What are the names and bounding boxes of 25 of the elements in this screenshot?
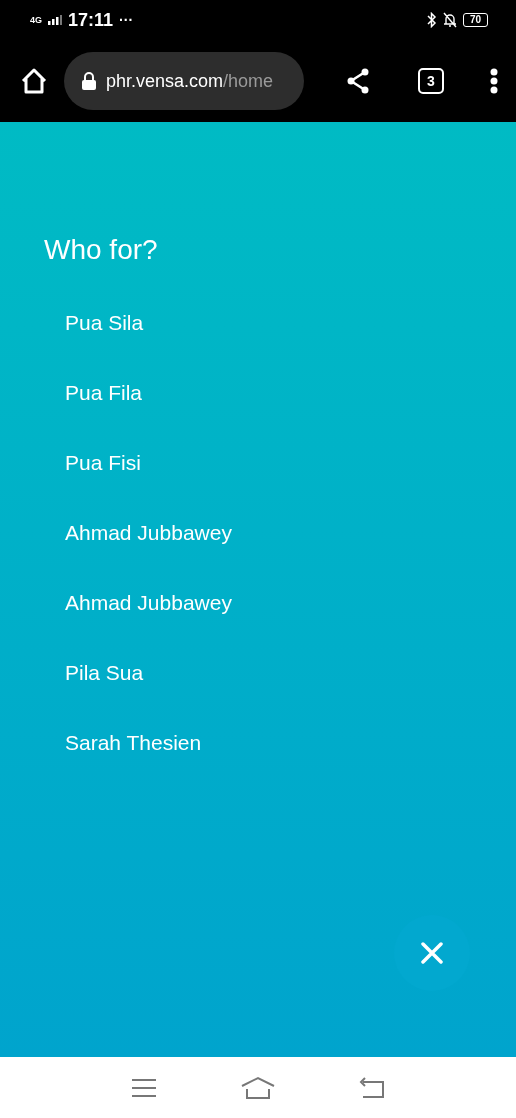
person-option[interactable]: Ahmad Jubbawey [65, 520, 232, 546]
battery-level: 70 [462, 13, 488, 27]
person-option[interactable]: Pua Fisi [65, 450, 141, 476]
more-menu-icon[interactable] [490, 68, 498, 94]
person-option[interactable]: Sarah Thesien [65, 730, 202, 756]
address-bar[interactable]: phr.vensa.com/home [64, 52, 304, 110]
menu-icon[interactable] [131, 1077, 158, 1098]
network-label: 4G [30, 15, 42, 25]
bell-off-icon [442, 12, 457, 28]
url-path: /home [223, 70, 274, 91]
person-option[interactable]: Pila Sua [65, 660, 144, 686]
close-icon [421, 942, 443, 964]
notification-dots: ··· [119, 12, 134, 28]
status-time: 17:11 [68, 9, 114, 31]
person-option[interactable]: Pua Fila [65, 380, 143, 406]
share-icon[interactable] [346, 68, 370, 94]
person-option[interactable]: Pua Sila [65, 310, 144, 336]
bluetooth-icon [426, 12, 437, 28]
signal-icon [48, 15, 62, 25]
back-icon[interactable] [358, 1076, 385, 1099]
lock-icon [82, 72, 96, 90]
url-host: phr.vensa.com [106, 70, 224, 91]
page-title: Who for? [44, 234, 159, 266]
person-option[interactable]: Ahmad Jubbawey [65, 590, 232, 616]
tab-count-button[interactable]: 3 [418, 68, 444, 94]
